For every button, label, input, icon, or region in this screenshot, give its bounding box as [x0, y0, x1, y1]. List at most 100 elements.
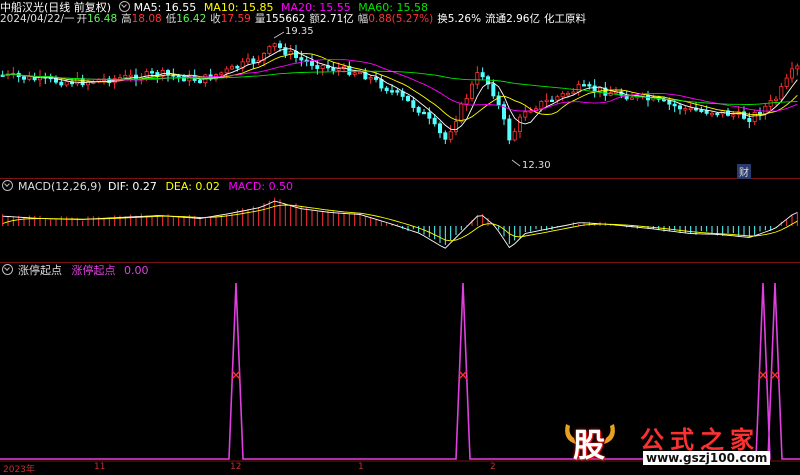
x-axis-label-year: 2023年 — [3, 465, 35, 475]
candle-body — [27, 76, 32, 80]
candle-body — [59, 81, 64, 86]
candle-body — [144, 71, 149, 79]
macd-pane-title: MACD(12,26,9) DIF: 0.27 DEA: 0.02 MACD: … — [2, 180, 298, 193]
candle-body — [784, 77, 789, 87]
signal-marker — [758, 370, 768, 380]
candle-body — [368, 77, 373, 80]
candle-body — [427, 112, 432, 119]
candle-body — [219, 72, 224, 76]
candle-body — [352, 72, 357, 75]
x-axis-label-nov: 11 — [94, 462, 106, 472]
candle-body — [405, 96, 410, 102]
candle-body — [432, 117, 437, 125]
candle-body — [224, 68, 229, 74]
watermark-logo: 股 — [560, 418, 620, 464]
macd-dea-value: DEA: 0.02 — [165, 180, 220, 193]
low-leader-line — [511, 159, 521, 167]
x-axis-label-feb: 2 — [490, 462, 496, 472]
signal-series-label: 涨停起点 — [71, 264, 116, 277]
candle-body — [731, 114, 736, 117]
candle-body — [507, 118, 512, 141]
high-price-label: 19.35 — [285, 26, 314, 37]
candle-body — [774, 98, 779, 102]
candle-body — [357, 71, 362, 75]
signal-marker — [231, 370, 241, 380]
candle-body — [149, 71, 154, 74]
candle-body — [421, 111, 426, 115]
candle-body — [566, 92, 571, 96]
candle-body — [688, 107, 693, 110]
candle-body — [336, 68, 341, 71]
logo-char: 股 — [573, 426, 606, 464]
candle-body — [384, 87, 389, 92]
signal-marker — [458, 370, 468, 380]
chevron-down-icon[interactable] — [2, 180, 13, 191]
signal-pane-title: 涨停起点 涨停起点 0.00 — [2, 264, 154, 277]
chevron-down-icon[interactable] — [2, 264, 13, 275]
signal-indicator-name[interactable]: 涨停起点 — [18, 264, 62, 277]
signal-value: 0.00 — [124, 264, 149, 277]
macd-dif-value: DIF: 0.27 — [108, 180, 157, 193]
candle-body — [752, 112, 757, 122]
kline-chart[interactable] — [0, 0, 800, 474]
candle-body — [459, 103, 464, 122]
candle-body — [75, 78, 80, 85]
candle-body — [277, 43, 282, 48]
ma5-line — [2, 48, 798, 131]
candle-body — [165, 70, 170, 76]
macd-dea-line — [2, 204, 798, 242]
candle-body — [21, 76, 26, 80]
candle-body — [197, 80, 202, 84]
candle-body — [779, 86, 784, 100]
candle-body — [64, 81, 69, 86]
macd-dif-line — [2, 200, 798, 249]
candle-body — [582, 84, 587, 87]
macd-pane-separator — [0, 178, 800, 179]
candle-body — [571, 91, 576, 94]
candle-body — [683, 108, 688, 111]
candle-body — [704, 110, 709, 114]
candle-body — [389, 90, 394, 93]
candle-body — [123, 74, 128, 79]
candle-body — [437, 123, 442, 134]
candle-body — [678, 105, 683, 110]
candle-body — [267, 46, 272, 54]
candle-body — [315, 65, 320, 69]
candle-body — [592, 85, 597, 92]
candle-body — [480, 72, 485, 78]
x-axis-label-jan: 1 — [358, 462, 364, 472]
high-leader-line — [273, 31, 285, 39]
candle-body — [699, 109, 704, 112]
candle-body — [229, 65, 234, 70]
candle-body — [128, 74, 133, 77]
signal-pane-separator — [0, 262, 800, 263]
candle-body — [576, 84, 581, 93]
low-price-label: 12.30 — [522, 160, 551, 171]
candle-body — [710, 112, 715, 116]
candle-body — [272, 43, 277, 47]
candle-body — [379, 79, 384, 89]
candle-body — [464, 98, 469, 105]
candle-body — [550, 99, 555, 103]
candle-body — [395, 90, 400, 93]
macd-value: MACD: 0.50 — [228, 180, 294, 193]
signal-marker — [770, 370, 780, 380]
candle-body — [251, 58, 256, 63]
candle-body — [373, 77, 378, 80]
candle-body — [411, 100, 416, 108]
candle-body — [80, 78, 85, 86]
candle-body — [443, 132, 448, 140]
candle-body — [512, 131, 517, 141]
candle-body — [758, 112, 763, 115]
ma10-line — [2, 53, 798, 121]
macd-indicator-name[interactable]: MACD(12,26,9) — [18, 180, 102, 193]
financial-report-badge[interactable]: 财 — [737, 164, 751, 179]
candle-body — [293, 50, 298, 58]
candle-body — [795, 65, 800, 70]
candle-body — [448, 131, 453, 140]
candle-body — [235, 65, 240, 69]
candle-body — [747, 118, 752, 122]
candle-body — [539, 101, 544, 110]
candle-body — [672, 103, 677, 107]
candle-body — [790, 68, 795, 79]
